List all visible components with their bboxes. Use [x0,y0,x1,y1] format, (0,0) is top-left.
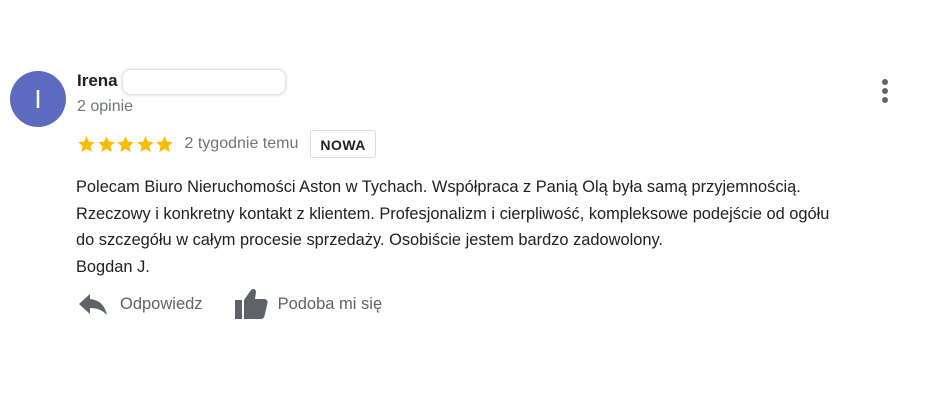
star-rating [77,135,175,154]
review-text-signature: Bogdan J. [76,257,150,276]
author-review-count[interactable]: 2 opinie [77,97,133,117]
rating-row: 2 tygodnie temu NOWA [77,128,376,160]
star-icon [136,135,155,154]
star-icon [77,135,96,154]
reply-label: Odpowiedz [120,294,203,313]
star-icon [97,135,116,154]
review-date: 2 tygodnie temu [184,135,299,152]
reply-button[interactable]: Odpowiedz [78,292,203,316]
star-icon [155,135,174,154]
new-badge: NOWA [310,130,376,158]
review-text: Polecam Biuro Nieruchomości Aston w Tych… [76,174,926,280]
like-button[interactable]: Podoba mi się [234,288,383,320]
like-label: Podoba mi się [277,294,383,313]
star-icon [116,135,135,154]
more-vert-icon-dot [882,88,888,94]
thumb-up-icon [234,288,268,320]
review-text-line: Rzeczowy i konkretny kontakt z klientem.… [76,204,830,223]
redacted-surname-box [123,70,285,94]
review-text-line: Polecam Biuro Nieruchomości Aston w Tych… [76,178,801,196]
author-name[interactable]: Irena [77,71,118,91]
reply-icon [78,292,108,316]
review-text-line: do szczegółu w całym procesie sprzedaży.… [76,231,663,249]
avatar-letter: I [34,84,42,114]
review-card: I Irena 2 opinie 2 tygodnie temu NOWA Po… [0,0,940,400]
review-actions: Odpowiedz Podoba mi się [78,288,382,320]
more-vert-icon-dot [882,97,888,103]
more-vert-icon [882,79,888,85]
avatar[interactable]: I [10,71,66,127]
more-options-button[interactable] [872,76,898,106]
